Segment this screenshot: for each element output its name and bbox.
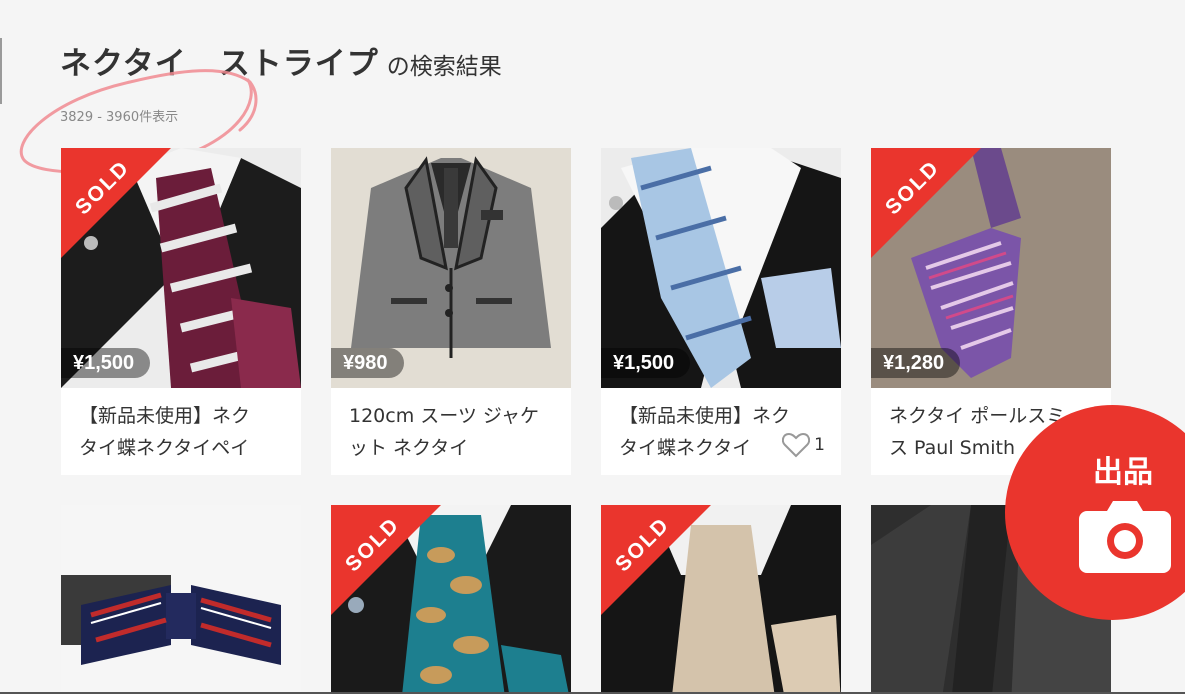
search-suffix: の検索結果: [386, 54, 502, 80]
item-grid: SOLD ¥1,500 【新品未使用】ネク タイ蝶ネクタイペイ ¥980 120…: [61, 148, 1111, 694]
item-card[interactable]: SOLD: [601, 505, 841, 694]
heart-icon: [782, 432, 811, 458]
item-card[interactable]: ¥1,500 【新品未使用】ネク タイ蝶ネクタイ 1: [601, 148, 841, 475]
item-name: 120cm スーツ ジャケ ット ネクタイ: [349, 405, 539, 459]
sold-ribbon: SOLD: [601, 505, 711, 615]
item-thumbnail: SOLD ¥1,500: [61, 148, 301, 388]
like-button[interactable]: 1: [776, 429, 825, 461]
like-count: 1: [814, 435, 825, 455]
item-thumbnail: SOLD: [601, 505, 841, 694]
price-tag: ¥980: [331, 348, 404, 378]
sold-ribbon: SOLD: [61, 148, 171, 258]
item-thumbnail: ¥980: [331, 148, 571, 388]
result-count: 3829 - 3960件表示: [60, 110, 179, 125]
item-name: 【新品未使用】ネク タイ蝶ネクタイペイ: [61, 388, 301, 475]
item-card[interactable]: SOLD: [331, 505, 571, 694]
item-thumbnail: SOLD: [331, 505, 571, 694]
item-card[interactable]: ¥980 120cm スーツ ジャケ ット ネクタイ: [331, 148, 571, 475]
price-tag: ¥1,280: [871, 348, 961, 378]
sold-ribbon: SOLD: [331, 505, 441, 615]
left-divider: [0, 38, 2, 104]
sold-ribbon: SOLD: [871, 148, 981, 258]
search-query: ネクタイ ストライプ: [60, 46, 379, 82]
navy-red-bowtie-photo: [61, 505, 301, 694]
item-thumbnail: ¥1,500: [601, 148, 841, 388]
item-name: 【新品未使用】ネク タイ蝶ネクタイ 1: [619, 405, 825, 461]
price-tag: ¥1,500: [601, 348, 691, 378]
price-tag: ¥1,500: [61, 348, 151, 378]
camera-icon: [1079, 501, 1171, 573]
item-card[interactable]: SOLD ¥1,500 【新品未使用】ネク タイ蝶ネクタイペイ: [61, 148, 301, 475]
item-card[interactable]: [61, 505, 301, 694]
item-thumbnail: SOLD ¥1,280: [871, 148, 1111, 388]
item-thumbnail: [61, 505, 301, 694]
page-title: ネクタイ ストライプ の検索結果: [60, 38, 502, 83]
sell-label: 出品: [1093, 455, 1153, 490]
